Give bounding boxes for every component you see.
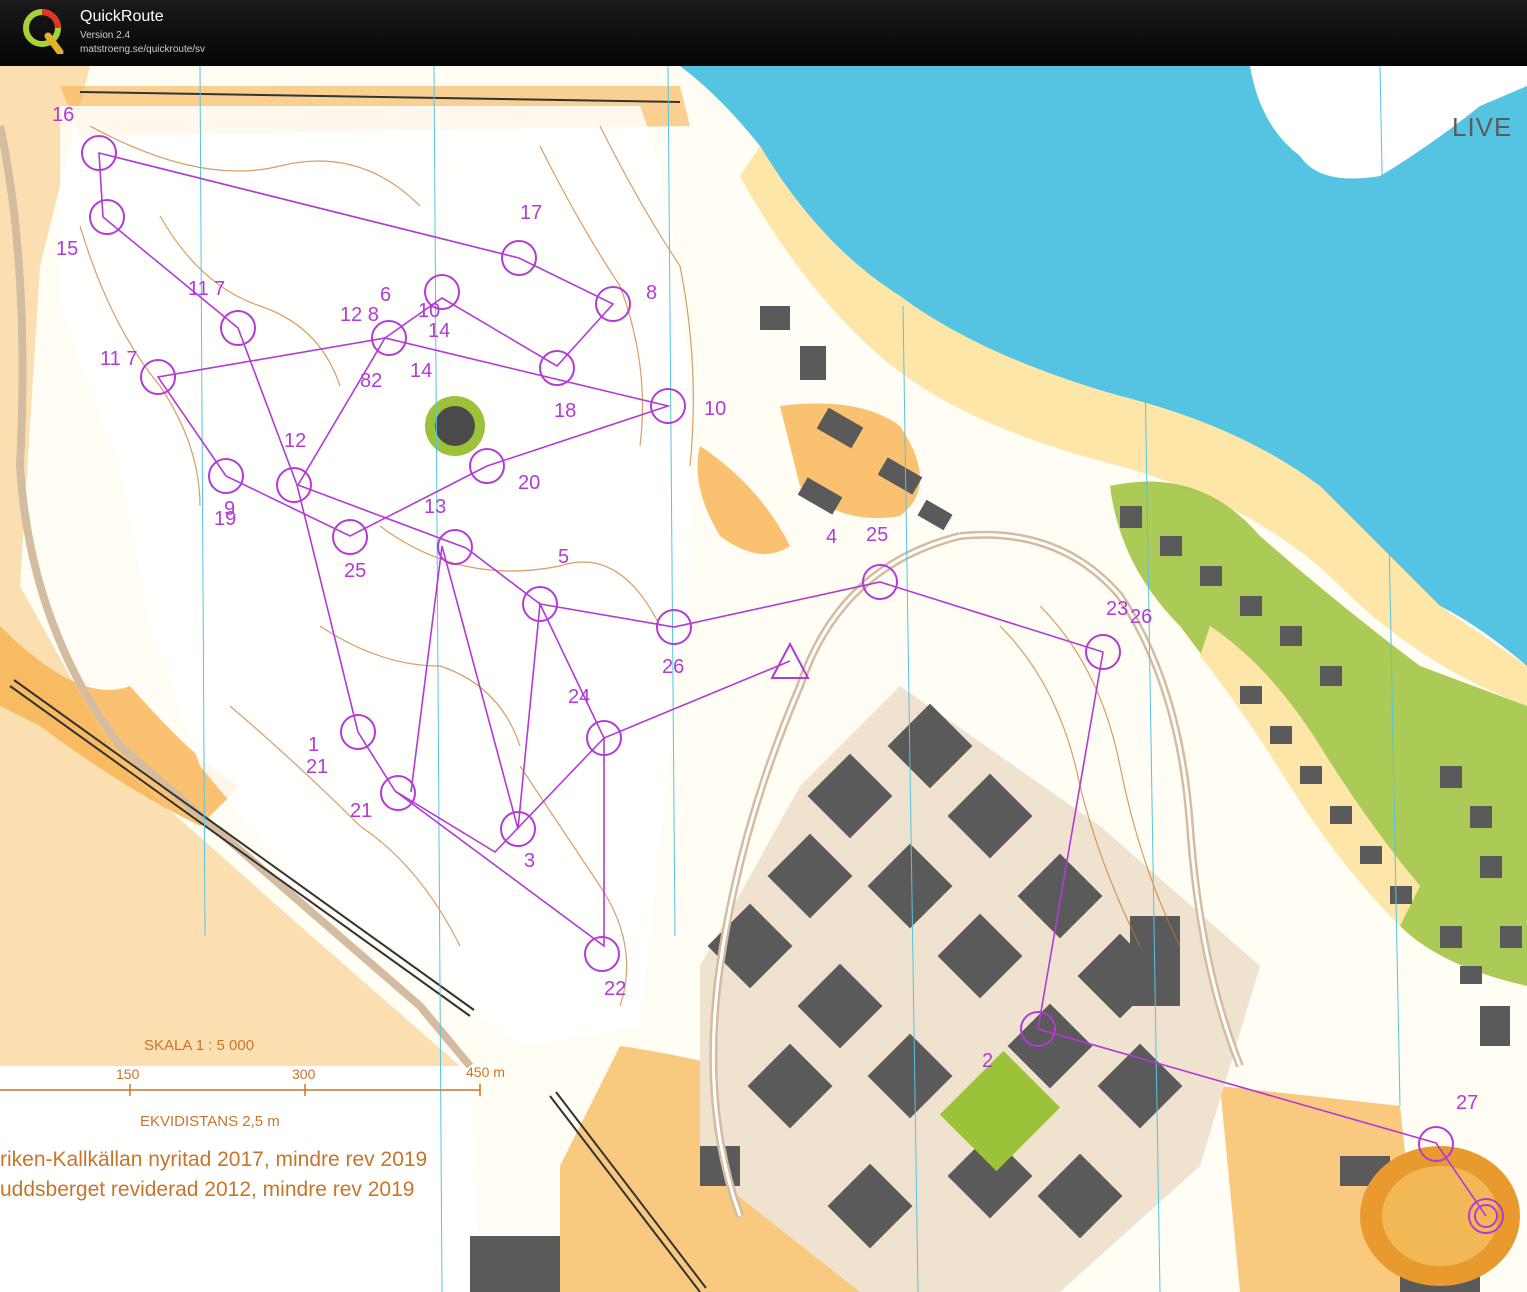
- control-number-label: 21: [306, 756, 329, 778]
- control-number-label: 22: [604, 978, 627, 1000]
- map-note-1: riken-Kallkällan nyritad 2017, mindre re…: [0, 1148, 428, 1171]
- map-canvas: [0, 66, 1527, 1292]
- control-number-label: 12 8: [340, 304, 379, 326]
- control-number-label: 7: [214, 278, 226, 300]
- quickroute-logo-icon: [23, 9, 64, 54]
- control-number-label: 14: [428, 320, 451, 342]
- control-number-label: 25: [866, 524, 889, 546]
- control-number-label: 27: [1456, 1092, 1479, 1114]
- control-number-label: 1: [308, 734, 320, 756]
- control-number-label: 82: [360, 370, 383, 392]
- control-number-label: 23: [1106, 598, 1129, 620]
- control-number-label: 6: [380, 284, 392, 306]
- control-number-label: 11: [188, 278, 209, 300]
- scale-bar: [0, 1084, 481, 1096]
- control-number-label: 20: [518, 472, 541, 494]
- scale-label: SKALA 1 : 5 000: [144, 1037, 255, 1054]
- control-number-label: 2: [982, 1050, 994, 1072]
- control-number-label: 14: [410, 360, 433, 382]
- control-number-label: 18: [554, 400, 577, 422]
- contour-interval-label: EKVIDISTANS 2,5 m: [140, 1113, 280, 1130]
- control-number-label: 21: [350, 800, 373, 822]
- control-number-label: 24: [568, 686, 591, 708]
- control-number-label: 25: [344, 560, 367, 582]
- app-url[interactable]: matstroeng.se/quickroute/sv: [80, 44, 205, 55]
- control-number-label: 12: [284, 430, 307, 452]
- control-number-label: 4: [826, 526, 838, 548]
- control-number-label: 16: [52, 104, 75, 126]
- control-number-label: 8: [646, 282, 658, 304]
- app-title: QuickRoute: [80, 8, 164, 25]
- control-number-label: 9: [224, 498, 236, 520]
- map-note-2: uddsberget reviderad 2012, mindre rev 20…: [0, 1178, 415, 1201]
- title-bar: QuickRoute Version 2.4 matstroeng.se/qui…: [0, 0, 1527, 66]
- control-number-label: 26: [1130, 606, 1153, 628]
- control-number-label: 3: [524, 850, 536, 872]
- control-number-label: 11 7: [100, 348, 138, 370]
- control-number-label: 10: [704, 398, 727, 420]
- control-number-label: 15: [56, 238, 79, 260]
- scale-tick-450: 450 m: [466, 1064, 505, 1080]
- app-version: Version 2.4: [80, 30, 131, 41]
- orienteering-map[interactable]: SKALA 1 : 5 000 150 300 450 m EKVIDISTAN…: [0, 66, 1527, 1292]
- control-number-label: 13: [424, 496, 447, 518]
- control-number-label: 26: [662, 656, 685, 678]
- control-number-label: 17: [520, 202, 543, 224]
- live-brand-logo: LIVE: [1452, 112, 1513, 142]
- control-number-label: 5: [558, 546, 570, 568]
